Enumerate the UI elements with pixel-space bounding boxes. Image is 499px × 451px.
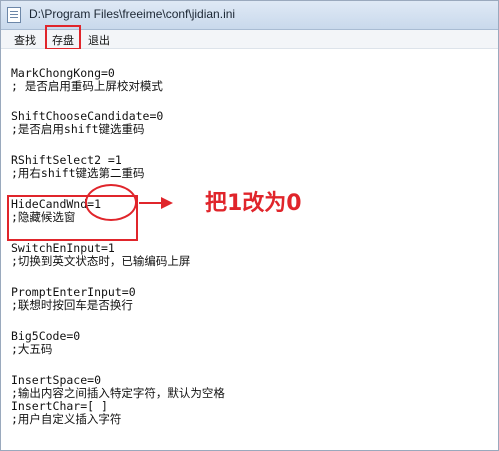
arrow-right-icon [139,197,173,209]
text-line: ;是否启用shift键选重码 [11,122,145,136]
menu-find[interactable]: 查找 [14,32,36,48]
value-highlight-circle [85,184,137,221]
save-menu-highlight-box [45,25,81,50]
menu-exit[interactable]: 退出 [88,32,110,48]
text-editor[interactable]: MarkChongKong=0 ; 是否启用重码上屏校对模式 ShiftChoo… [1,49,498,450]
text-line: ;大五码 [11,342,53,356]
text-line: ;联想时按回车是否换行 [11,298,133,312]
text-line: ;切换到英文状态时，已输编码上屏 [11,254,191,268]
annotation-text: 把1改为0 [205,191,302,216]
notepad-window: D:\Program Files\freeime\conf\jidian.ini… [0,0,499,451]
document-icon [7,7,21,23]
window-title: D:\Program Files\freeime\conf\jidian.ini [29,7,236,21]
text-line: ;用户自定义插入字符 [11,412,122,426]
text-line: ;用右shift键选第二重码 [11,166,145,180]
text-line: ; 是否启用重码上屏校对模式 [11,79,163,93]
